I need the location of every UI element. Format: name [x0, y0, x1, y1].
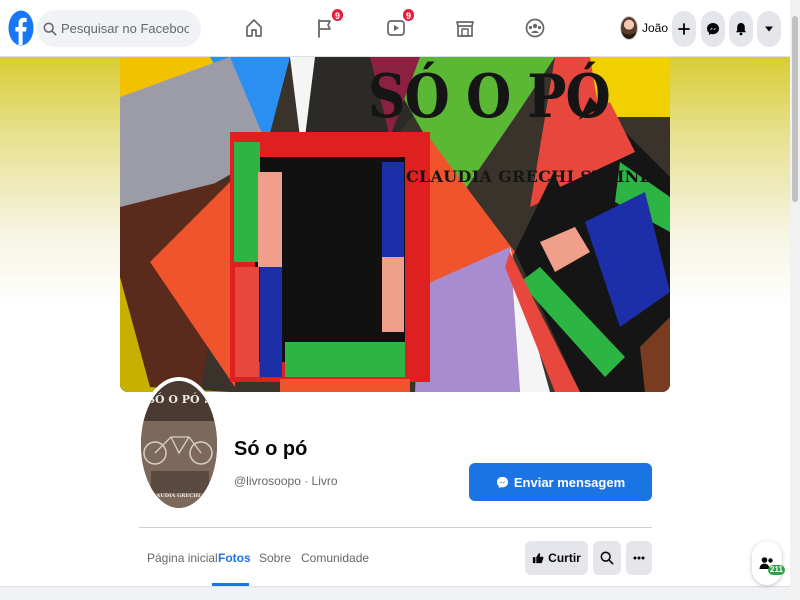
profile-name: João — [642, 21, 669, 35]
home-icon — [246, 19, 262, 37]
nav-groups[interactable] — [522, 14, 548, 42]
page-scrollbar[interactable] — [790, 0, 800, 600]
profile-pic-title: SÓ O PÓ ! — [147, 392, 208, 406]
scrollbar-thumb[interactable] — [792, 16, 798, 202]
facebook-logo-icon[interactable] — [8, 10, 34, 46]
messenger-button[interactable] — [701, 11, 725, 47]
nav-marketplace[interactable] — [452, 14, 478, 42]
more-dots-icon — [633, 556, 645, 560]
create-button[interactable] — [672, 11, 696, 47]
tab-about[interactable]: Sobre — [259, 551, 291, 565]
messenger-icon — [707, 23, 719, 35]
profile-shortcut[interactable]: João — [620, 12, 668, 44]
pages-badge: 9 — [330, 8, 344, 22]
nav-home[interactable] — [241, 14, 267, 42]
nav-watch[interactable]: 9 — [383, 8, 415, 42]
like-page-button[interactable]: Curtir — [525, 541, 588, 575]
profile-pic-author: CLAUDIA GRECHI S — [149, 493, 206, 499]
content-area-top — [0, 586, 790, 600]
header-divider — [139, 527, 652, 528]
page-handle-category: @livrosoopo · Livro — [234, 474, 338, 488]
search-icon — [43, 22, 57, 35]
bell-icon — [736, 23, 746, 36]
cover-author-text: CLAUDIA GRECHI STEINER — [406, 167, 666, 186]
messenger-icon — [496, 476, 508, 488]
account-menu-button[interactable] — [757, 11, 781, 47]
tab-home[interactable]: Página inicial — [147, 551, 218, 565]
video-play-icon — [387, 20, 405, 36]
contacts-count-badge: 211 — [768, 565, 785, 575]
contacts-button[interactable]: 211 — [752, 541, 785, 585]
send-message-label: Enviar mensagem — [513, 474, 626, 490]
search-bar[interactable] — [37, 10, 201, 47]
profile-picture[interactable]: SÓ O PÓ ! CLAUDIA GRECHI S — [137, 377, 221, 512]
search-page-button[interactable] — [593, 541, 621, 575]
profile-picture-image: SÓ O PÓ ! CLAUDIA GRECHI S — [141, 381, 217, 508]
thumbs-up-icon — [533, 553, 544, 564]
like-label: Curtir — [548, 551, 581, 565]
search-input[interactable] — [61, 21, 189, 36]
book-cover-bicycle-image: SÓ O PÓ ! CLAUDIA GRECHI S — [141, 381, 217, 508]
notifications-button[interactable] — [729, 11, 753, 47]
groups-icon — [525, 18, 545, 38]
page-title: Só o pó — [234, 438, 308, 460]
marketplace-store-icon — [456, 21, 474, 37]
plus-icon — [678, 23, 690, 35]
cover-title-text: SÓ O PÓ — [368, 62, 611, 133]
caret-down-icon — [765, 26, 773, 32]
flag-icon — [318, 19, 331, 38]
search-icon — [600, 551, 614, 565]
more-options-button[interactable] — [626, 541, 652, 575]
nav-pages[interactable]: 9 — [312, 8, 344, 42]
user-avatar — [620, 16, 638, 40]
watch-badge: 9 — [401, 8, 415, 22]
top-navigation-bar: 9 9 João — [0, 0, 790, 57]
tab-photos[interactable]: Fotos — [218, 551, 251, 565]
send-message-button[interactable]: Enviar mensagem — [469, 463, 652, 501]
tab-community[interactable]: Comunidade — [301, 551, 369, 565]
